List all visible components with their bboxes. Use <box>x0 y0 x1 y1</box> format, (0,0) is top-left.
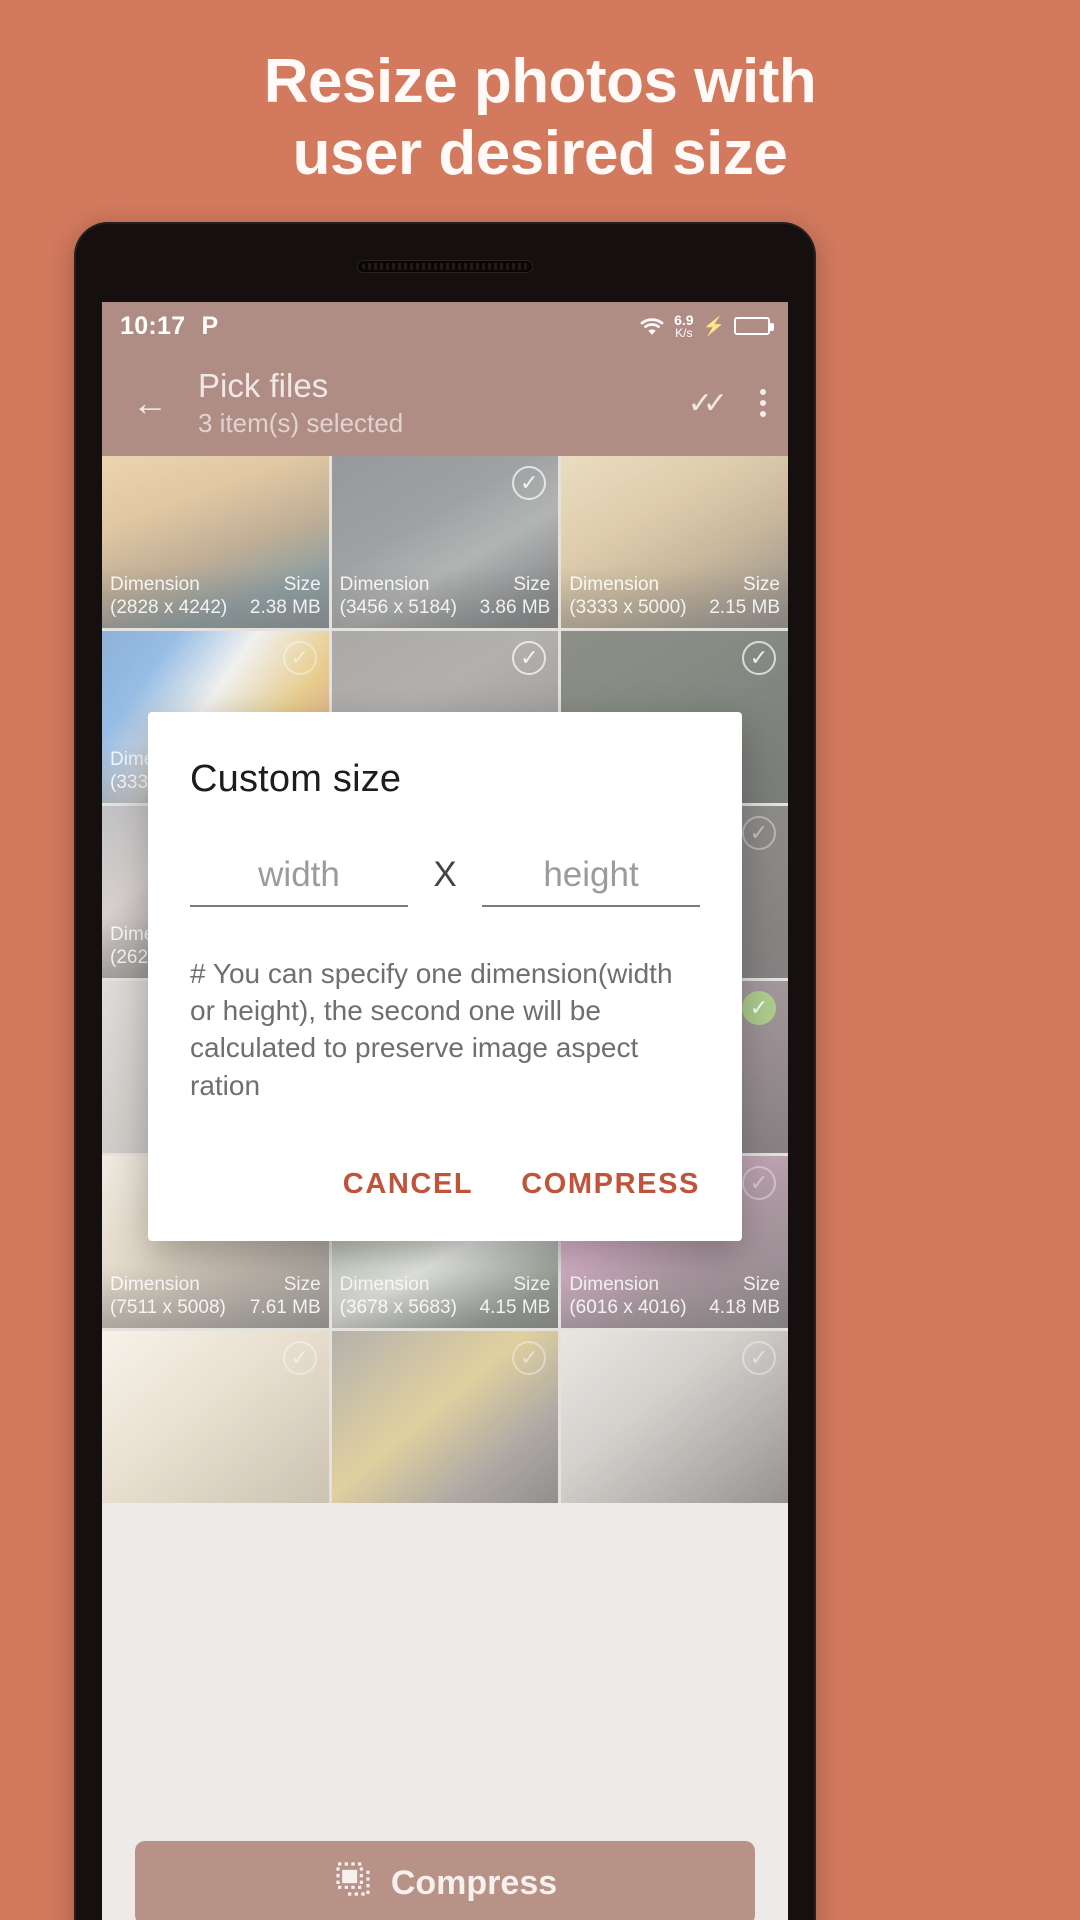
height-input[interactable]: height <box>482 855 700 907</box>
width-input[interactable]: width <box>190 855 408 907</box>
dialog-actions: CANCEL COMPRESS <box>190 1104 700 1241</box>
phone-screen: 10:17 P 6.9 K/s ⚡ ← Pick files 3 item(s)… <box>102 302 788 1920</box>
promo-headline: Resize photos with user desired size <box>0 46 1080 190</box>
dialog-compress-button[interactable]: COMPRESS <box>521 1168 700 1201</box>
cancel-button[interactable]: CANCEL <box>343 1168 473 1201</box>
custom-size-dialog: Custom size width X height # You can spe… <box>148 712 742 1241</box>
promo-headline-line-1: Resize photos with <box>263 47 817 116</box>
phone-speaker-grill <box>357 260 533 273</box>
dimension-separator: X <box>433 855 457 894</box>
width-input-placeholder: width <box>258 855 340 894</box>
height-input-placeholder: height <box>543 855 639 894</box>
promo-headline-line-2: user desired size <box>292 118 788 188</box>
dialog-title: Custom size <box>190 758 402 800</box>
phone-mockup: 10:17 P 6.9 K/s ⚡ ← Pick files 3 item(s)… <box>74 222 816 1920</box>
dialog-hint-text: # You can specify one dimension(width or… <box>190 958 673 1101</box>
dimension-fields: width X height <box>190 855 700 907</box>
